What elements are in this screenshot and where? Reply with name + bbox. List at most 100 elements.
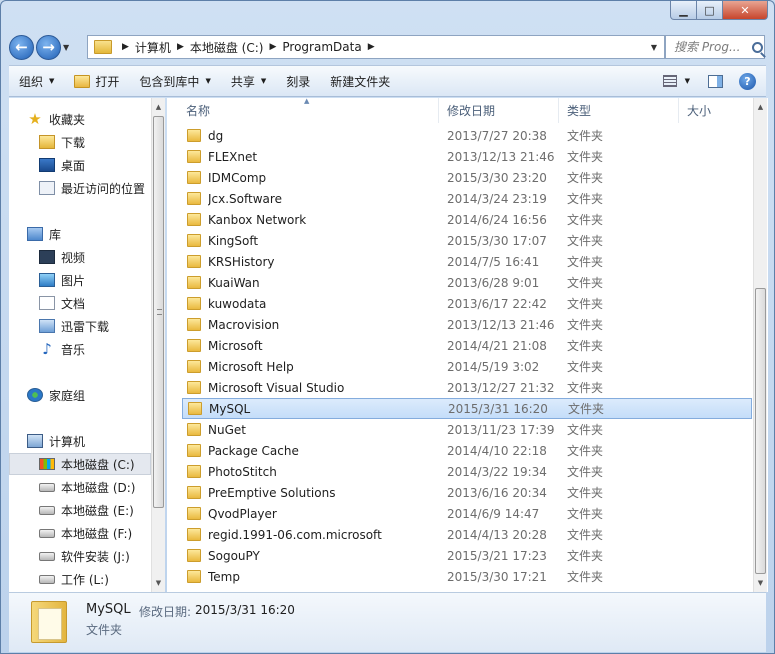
help-icon[interactable]: ?	[739, 72, 756, 90]
breadcrumb-local-disk-c[interactable]: 本地磁盘 (C:)	[190, 39, 264, 56]
sidebar-item-favorites[interactable]: ★ 收藏夹	[9, 108, 151, 130]
recent-places-icon	[39, 181, 55, 195]
folder-icon	[187, 213, 201, 226]
file-row[interactable]: dg 2013/7/27 20:38 文件夹	[182, 125, 752, 146]
share-menu[interactable]: 共享 ▼	[221, 66, 276, 96]
drive-icon	[39, 505, 55, 515]
column-header-name[interactable]: 名称	[167, 98, 439, 123]
file-row[interactable]: PreEmptive Solutions 2013/6/16 20:34 文件夹	[182, 482, 752, 503]
address-bar[interactable]: ▶ 计算机 ▶ 本地磁盘 (C:) ▶ ProgramData ▶ ▼	[87, 35, 665, 59]
folder-icon	[188, 402, 202, 415]
maximize-button[interactable]: □	[697, 1, 723, 20]
folder-icon	[187, 507, 201, 520]
file-row[interactable]: Macrovision 2013/12/13 21:46 文件夹	[182, 314, 752, 335]
navigation-scrollbar[interactable]: ▲ ▼	[151, 98, 165, 592]
address-history-dropdown[interactable]: ▼	[644, 36, 664, 58]
scroll-up-arrow-icon[interactable]: ▲	[754, 100, 767, 114]
file-row[interactable]: Microsoft 2014/4/21 21:08 文件夹	[182, 335, 752, 356]
file-row[interactable]: PhotoStitch 2014/3/22 19:34 文件夹	[182, 461, 752, 482]
search-input[interactable]	[674, 40, 750, 54]
scrollbar-thumb[interactable]	[153, 116, 164, 508]
sidebar-item-thunder-downloads[interactable]: 迅雷下载	[9, 315, 151, 337]
folder-icon	[187, 549, 201, 562]
change-view-icon[interactable]	[662, 75, 677, 87]
scroll-down-arrow-icon[interactable]: ▼	[152, 576, 165, 590]
sidebar-item-local-disk-d[interactable]: 本地磁盘 (D:)	[9, 476, 151, 498]
search-icon[interactable]	[752, 41, 763, 53]
file-row[interactable]: kuwodata 2013/6/17 22:42 文件夹	[182, 293, 752, 314]
sidebar-item-work-l[interactable]: 工作 (L:)	[9, 568, 151, 590]
file-list-scrollbar[interactable]: ▲ ▼	[753, 98, 767, 592]
folder-icon	[187, 465, 201, 478]
search-box[interactable]	[665, 35, 765, 59]
breadcrumb-separator[interactable]: ▶	[122, 42, 129, 52]
back-button[interactable]: ←	[9, 34, 34, 60]
breadcrumb-separator[interactable]: ▶	[269, 42, 276, 52]
file-row[interactable]: regid.1991-06.com.microsoft 2014/4/13 20:…	[182, 524, 752, 545]
burn-button[interactable]: 刻录	[276, 66, 320, 96]
file-row[interactable]: KRSHistory 2014/7/5 16:41 文件夹	[182, 251, 752, 272]
breadcrumb-separator[interactable]: ▶	[368, 42, 375, 52]
navigation-bar: ← → ▼ ▶ 计算机 ▶ 本地磁盘 (C:) ▶ ProgramData ▶ …	[9, 33, 766, 61]
file-row[interactable]: Microsoft Visual Studio 2013/12/27 21:32 文…	[182, 377, 752, 398]
sidebar-item-homegroup[interactable]: 家庭组	[9, 384, 151, 406]
file-row[interactable]: KingSoft 2015/3/30 17:07 文件夹	[182, 230, 752, 251]
column-header-size[interactable]: 大小	[679, 98, 749, 123]
file-row[interactable]: KuaiWan 2013/6/28 9:01 文件夹	[182, 272, 752, 293]
scrollbar-thumb[interactable]	[755, 288, 766, 574]
preview-pane-icon[interactable]	[708, 74, 723, 88]
command-toolbar: 组织 ▼ 打开 包含到库中 ▼ 共享 ▼ 刻录 新建文件夹 ▼ ?	[9, 65, 766, 97]
view-options-dropdown[interactable]: ▼	[685, 77, 690, 85]
new-folder-button[interactable]: 新建文件夹	[320, 66, 400, 96]
breadcrumb-programdata[interactable]: ProgramData	[282, 40, 361, 54]
sidebar-item-downloads[interactable]: 下载	[9, 131, 151, 153]
scroll-down-arrow-icon[interactable]: ▼	[754, 576, 767, 590]
column-header-date[interactable]: 修改日期	[439, 98, 559, 123]
sidebar-item-music[interactable]: ♪ 音乐	[9, 338, 151, 360]
libraries-icon	[27, 227, 43, 241]
file-row[interactable]: NuGet 2013/11/23 17:39 文件夹	[182, 419, 752, 440]
minimize-button[interactable]: ▁	[670, 1, 697, 20]
open-button[interactable]: 打开	[64, 66, 129, 96]
drive-icon	[39, 551, 55, 561]
column-headers: 名称 修改日期 类型 大小	[167, 98, 752, 123]
recent-pages-button[interactable]: ▼	[63, 43, 75, 52]
sidebar-item-documents[interactable]: 文档	[9, 292, 151, 314]
sidebar-item-desktop[interactable]: 桌面	[9, 154, 151, 176]
include-in-library-menu[interactable]: 包含到库中 ▼	[129, 66, 220, 96]
organize-menu[interactable]: 组织 ▼	[9, 66, 64, 96]
column-header-type[interactable]: 类型	[559, 98, 679, 123]
file-row[interactable]: FLEXnet 2013/12/13 21:46 文件夹	[182, 146, 752, 167]
folder-icon	[187, 234, 201, 247]
sidebar-item-local-disk-c[interactable]: 本地磁盘 (C:)	[9, 453, 151, 475]
folder-icon	[187, 129, 201, 142]
details-date-value: 2015/3/31 16:20	[195, 603, 295, 617]
sidebar-item-pictures[interactable]: 图片	[9, 269, 151, 291]
breadcrumb-separator[interactable]: ▶	[177, 42, 184, 52]
file-row[interactable]: SogouPY 2015/3/21 17:23 文件夹	[182, 545, 752, 566]
file-row[interactable]: IDMComp 2015/3/30 23:20 文件夹	[182, 167, 752, 188]
file-row[interactable]: Kanbox Network 2014/6/24 16:56 文件夹	[182, 209, 752, 230]
sidebar-item-recent-places[interactable]: 最近访问的位置	[9, 177, 151, 199]
file-row[interactable]: Package Cache 2014/4/10 22:18 文件夹	[182, 440, 752, 461]
folder-icon	[187, 486, 201, 499]
folder-icon	[31, 601, 67, 643]
file-row[interactable]: Microsoft Help 2014/5/19 3:02 文件夹	[182, 356, 752, 377]
close-button[interactable]: ✕	[723, 1, 768, 20]
file-row-selected[interactable]: MySQL 2015/3/31 16:20 文件夹	[182, 398, 752, 419]
burn-label: 刻录	[286, 74, 311, 89]
breadcrumb-computer[interactable]: 计算机	[135, 39, 171, 56]
sidebar-item-computer[interactable]: 计算机	[9, 430, 151, 452]
file-row[interactable]: Jcx.Software 2014/3/24 23:19 文件夹	[182, 188, 752, 209]
forward-button[interactable]: →	[36, 34, 61, 60]
chevron-down-icon: ▼	[260, 77, 267, 85]
sidebar-item-libraries[interactable]: 库	[9, 223, 151, 245]
sidebar-item-local-disk-e[interactable]: 本地磁盘 (E:)	[9, 499, 151, 521]
scroll-up-arrow-icon[interactable]: ▲	[152, 100, 165, 114]
folder-icon	[187, 171, 201, 184]
file-row[interactable]: QvodPlayer 2014/6/9 14:47 文件夹	[182, 503, 752, 524]
sidebar-item-software-j[interactable]: 软件安装 (J:)	[9, 545, 151, 567]
sidebar-item-local-disk-f[interactable]: 本地磁盘 (F:)	[9, 522, 151, 544]
file-row[interactable]: Temp 2015/3/30 17:21 文件夹	[182, 566, 752, 587]
sidebar-item-videos[interactable]: 视频	[9, 246, 151, 268]
